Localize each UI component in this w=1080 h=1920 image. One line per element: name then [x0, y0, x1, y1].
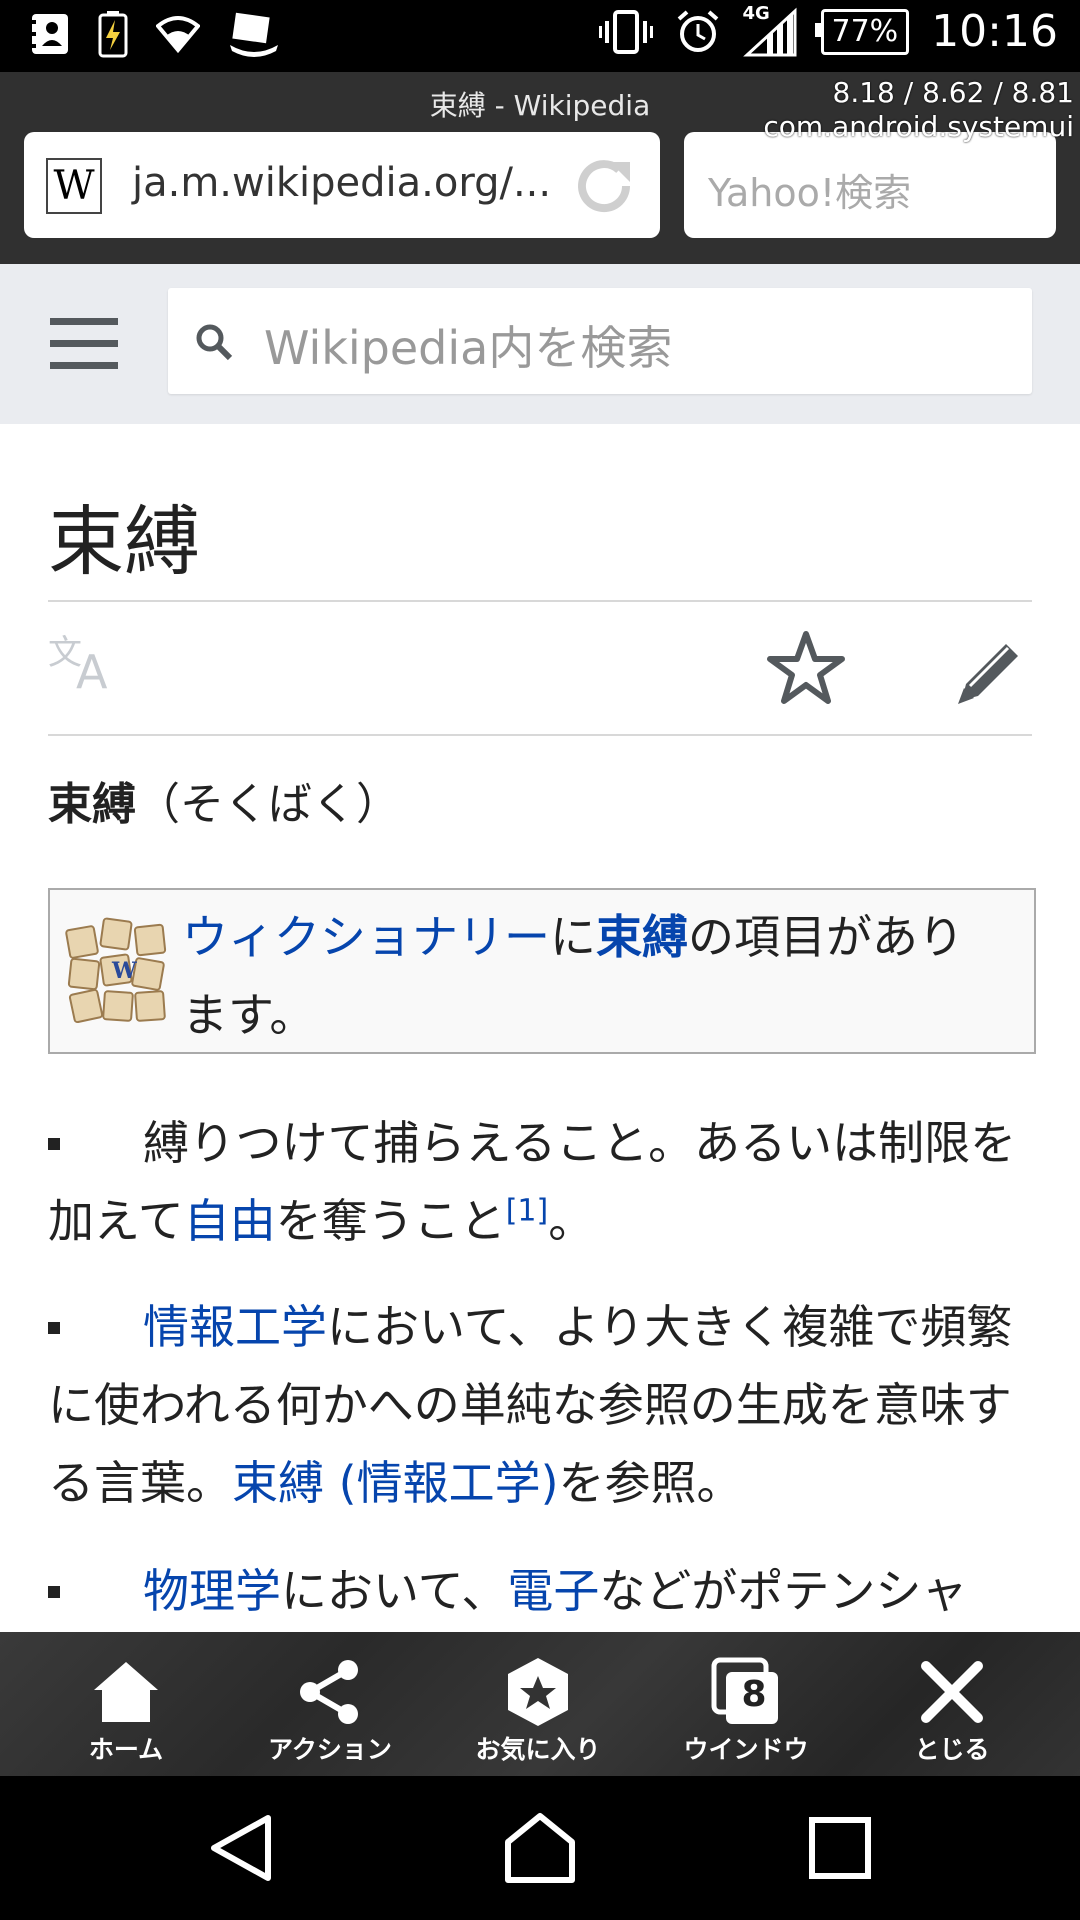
lead-reading: （そくばく）	[136, 779, 400, 830]
debug-load: 8.18 / 8.62 / 8.81	[832, 76, 1075, 109]
url-text[interactable]: ja.m.wikipedia.org/...	[132, 160, 551, 206]
debug-overlay: 8.18 / 8.62 / 8.81 com.android.systemui	[763, 76, 1074, 144]
lead-text: 束縛（そくばく）	[48, 768, 400, 832]
star-icon[interactable]	[766, 628, 846, 708]
favorites-button[interactable]: お気に入り	[438, 1632, 638, 1776]
wiki-search-placeholder: Wikipedia内を検索	[264, 321, 673, 375]
close-label: とじる	[914, 1735, 990, 1764]
divider	[48, 600, 1032, 602]
reference-link[interactable]: [1]	[506, 1194, 549, 1229]
favicon: W	[46, 158, 102, 214]
list-item: 縛りつけて捕らえること。あるいは制限を加えて自由を奪うこと[1]。	[48, 1104, 1018, 1260]
recents-icon[interactable]	[802, 1810, 878, 1886]
web-search-field[interactable]: Yahoo!検索	[684, 132, 1056, 238]
windows-label: ウインドウ	[683, 1735, 809, 1764]
wiki-search-input[interactable]: Wikipedia内を検索	[168, 288, 1032, 394]
windows-button[interactable]: 8 ウインドウ	[646, 1632, 846, 1776]
wiktionary-link[interactable]: ウィクショナリー	[182, 910, 550, 964]
home-icon	[94, 1662, 158, 1722]
wiktionary-box: W ウィクショナリーに束縛の項目があります。	[48, 888, 1036, 1054]
home-label: ホーム	[88, 1735, 164, 1764]
favorites-label: お気に入り	[475, 1735, 601, 1764]
list-item: 情報工学において、より大きく複雑で頻繁に使われる何かへの単純な参照の生成を意味す…	[48, 1288, 1018, 1522]
address-bar[interactable]: W ja.m.wikipedia.org/...	[24, 132, 660, 238]
vibrate-icon	[598, 9, 653, 54]
windows-count: 8	[741, 1674, 767, 1715]
translate-icon[interactable]: 文 A	[48, 632, 128, 704]
menu-icon[interactable]	[50, 318, 118, 372]
alarm-icon	[677, 9, 718, 52]
web-search-placeholder: Yahoo!検索	[708, 171, 912, 215]
svg-text:W: W	[111, 958, 137, 984]
divider	[48, 734, 1032, 736]
battery-indicator: 77%	[814, 8, 910, 55]
browser-bottom-toolbar: ホーム アクション お気に入り 8 ウインドウ とじる	[0, 1632, 1080, 1776]
back-icon[interactable]	[204, 1810, 280, 1886]
page-title: 束縛	[48, 497, 200, 586]
browser-toolbar: 束縛 - Wikipedia W ja.m.wikipedia.org/... …	[0, 72, 1080, 264]
battery-level: 77%	[831, 14, 899, 49]
debug-package: com.android.systemui	[763, 110, 1074, 143]
contacts-icon	[30, 14, 68, 54]
home-nav-icon[interactable]	[502, 1810, 578, 1886]
home-button[interactable]: ホーム	[26, 1632, 226, 1776]
favorite-icon	[508, 1658, 568, 1726]
link-sokubaku-johokogaku[interactable]: 束縛 (情報工学)	[232, 1456, 559, 1510]
wifi-icon	[156, 16, 200, 54]
wiktionary-logo: W	[65, 917, 167, 1024]
bullet	[48, 1138, 60, 1150]
svg-text:A: A	[76, 645, 108, 692]
link-jiyu[interactable]: 自由	[184, 1194, 276, 1248]
list-item: 物理学において、電子などがポテンシャ	[48, 1552, 1018, 1630]
close-button[interactable]: とじる	[852, 1632, 1052, 1776]
bullet	[48, 1586, 60, 1598]
system-nav-bar	[0, 1776, 1080, 1920]
cast-icon	[230, 12, 278, 57]
share-icon	[300, 1660, 358, 1724]
lead-bold: 束縛	[48, 779, 136, 830]
list-text: において、	[281, 1564, 508, 1618]
reload-icon[interactable]	[570, 152, 638, 220]
battery-charging-icon	[98, 11, 128, 58]
link-denshi[interactable]: 電子	[507, 1564, 599, 1618]
link-butsurigaku[interactable]: 物理学	[143, 1564, 281, 1618]
edit-icon[interactable]	[952, 634, 1028, 710]
wiktionary-note: ウィクショナリーに束縛の項目があります。	[182, 898, 1002, 1054]
action-label: アクション	[268, 1735, 392, 1764]
list-text: を参照。	[558, 1456, 743, 1510]
status-bar: 4G 77% 10:16	[0, 0, 1080, 72]
close-icon	[921, 1661, 983, 1723]
signal-icon	[742, 7, 796, 56]
bullet	[48, 1322, 60, 1334]
link-johokogaku[interactable]: 情報工学	[143, 1300, 327, 1354]
wiktionary-term-link[interactable]: 束縛	[596, 910, 688, 964]
wiktionary-text: に	[550, 910, 596, 964]
action-button[interactable]: アクション	[230, 1632, 430, 1776]
list-text: を奪うこと	[275, 1194, 506, 1248]
wiki-header: Wikipedia内を検索	[0, 264, 1080, 424]
clock: 10:16	[931, 6, 1058, 57]
search-icon	[196, 324, 233, 361]
list-text: 。	[548, 1194, 595, 1248]
list-text: などがポテンシャ	[599, 1564, 968, 1618]
